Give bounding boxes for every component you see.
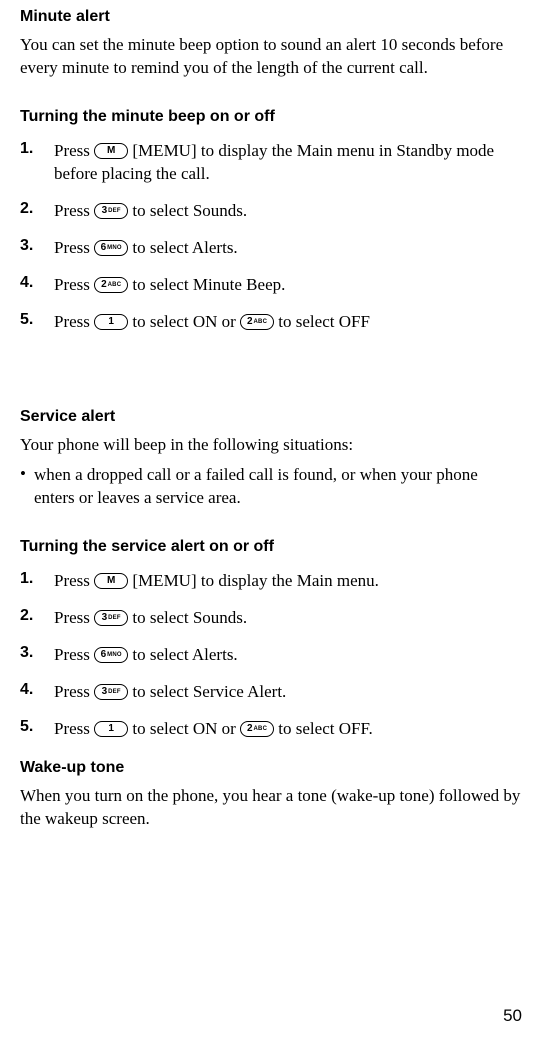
heading-service-alert-toggle: Turning the service alert on or off [20, 538, 522, 556]
step-text: to select ON or [132, 312, 240, 331]
key-main: 2 [247, 724, 253, 734]
step-item: 4. Press 3DEF to select Service Alert. [20, 681, 522, 704]
step-text: Press [54, 608, 94, 627]
step-text: Press [54, 238, 94, 257]
step-text: [MEMU] to display the Main menu. [132, 571, 378, 590]
step-number: 4. [20, 681, 54, 699]
step-item: 5. Press 1 to select ON or 2ABC to selec… [20, 718, 522, 741]
key-main: M [107, 576, 115, 586]
step-text: Press [54, 312, 94, 331]
step-body: Press 1 to select ON or 2ABC to select O… [54, 718, 522, 741]
step-number: 5. [20, 311, 54, 329]
key-sub: MNO [107, 652, 122, 658]
step-number: 5. [20, 718, 54, 736]
step-text: Press [54, 682, 94, 701]
key-sub: DEF [108, 615, 121, 621]
step-text: to select ON or [132, 719, 240, 738]
key-m-icon: M [94, 573, 128, 589]
service-alert-steps: 1. Press M [MEMU] to display the Main me… [20, 570, 522, 741]
key-sub: DEF [108, 208, 121, 214]
key-main: 6 [101, 650, 107, 660]
step-body: Press 1 to select ON or 2ABC to select O… [54, 311, 522, 334]
step-number: 3. [20, 237, 54, 255]
key-2-icon: 2ABC [240, 314, 274, 330]
minute-alert-description: You can set the minute beep option to so… [20, 34, 522, 80]
key-2-icon: 2ABC [240, 721, 274, 737]
key-sub: ABC [108, 282, 122, 288]
step-text: Press [54, 645, 94, 664]
step-item: 5. Press 1 to select ON or 2ABC to selec… [20, 311, 522, 334]
key-6-icon: 6MNO [94, 240, 128, 256]
step-body: Press M [MEMU] to display the Main menu. [54, 570, 522, 593]
step-text: to select OFF [278, 312, 370, 331]
key-3-icon: 3DEF [94, 610, 128, 626]
heading-minute-alert: Minute alert [20, 8, 522, 26]
key-sub: DEF [108, 689, 121, 695]
key-1-icon: 1 [94, 721, 128, 737]
key-6-icon: 6MNO [94, 647, 128, 663]
key-2-icon: 2ABC [94, 277, 128, 293]
service-alert-description: Your phone will beep in the following si… [20, 434, 522, 457]
page-number: 50 [503, 1006, 522, 1026]
bullet-dot-icon: • [20, 464, 34, 510]
key-sub: ABC [254, 726, 268, 732]
step-text: Press [54, 571, 94, 590]
bullet-item: • when a dropped call or a failed call i… [20, 464, 522, 510]
step-text: Press [54, 719, 94, 738]
step-number: 4. [20, 274, 54, 292]
step-item: 1. Press M [MEMU] to display the Main me… [20, 140, 522, 186]
minute-alert-steps: 1. Press M [MEMU] to display the Main me… [20, 140, 522, 334]
step-text: Press [54, 275, 94, 294]
key-sub: ABC [254, 319, 268, 325]
heading-minute-beep-toggle: Turning the minute beep on or off [20, 108, 522, 126]
step-number: 1. [20, 140, 54, 158]
step-item: 1. Press M [MEMU] to display the Main me… [20, 570, 522, 593]
step-text: Press [54, 141, 94, 160]
bullet-text: when a dropped call or a failed call is … [34, 464, 522, 510]
key-main: 3 [102, 687, 108, 697]
step-text: to select Minute Beep. [132, 275, 285, 294]
key-main: 3 [102, 206, 108, 216]
step-number: 1. [20, 570, 54, 588]
key-main: 2 [101, 280, 107, 290]
page: Minute alert You can set the minute beep… [0, 0, 542, 1038]
key-sub: MNO [107, 245, 122, 251]
step-item: 2. Press 3DEF to select Sounds. [20, 200, 522, 223]
step-body: Press 6MNO to select Alerts. [54, 644, 522, 667]
step-text: to select OFF. [278, 719, 373, 738]
step-body: Press 6MNO to select Alerts. [54, 237, 522, 260]
step-item: 2. Press 3DEF to select Sounds. [20, 607, 522, 630]
step-body: Press 2ABC to select Minute Beep. [54, 274, 522, 297]
step-number: 2. [20, 200, 54, 218]
step-text: to select Alerts. [132, 238, 237, 257]
key-main: 6 [101, 243, 107, 253]
wake-up-description: When you turn on the phone, you hear a t… [20, 785, 522, 831]
step-number: 2. [20, 607, 54, 625]
spacer [20, 348, 522, 408]
step-text: Press [54, 201, 94, 220]
step-body: Press 3DEF to select Sounds. [54, 200, 522, 223]
step-body: Press 3DEF to select Sounds. [54, 607, 522, 630]
step-text: to select Sounds. [132, 201, 247, 220]
heading-service-alert: Service alert [20, 408, 522, 426]
key-3-icon: 3DEF [94, 203, 128, 219]
key-main: 1 [108, 317, 114, 327]
step-body: Press 3DEF to select Service Alert. [54, 681, 522, 704]
key-main: 3 [102, 613, 108, 623]
step-item: 4. Press 2ABC to select Minute Beep. [20, 274, 522, 297]
step-text: to select Service Alert. [132, 682, 286, 701]
key-main: 2 [247, 317, 253, 327]
heading-wake-up-tone: Wake-up tone [20, 759, 522, 777]
step-item: 3. Press 6MNO to select Alerts. [20, 237, 522, 260]
key-m-icon: M [94, 143, 128, 159]
key-1-icon: 1 [94, 314, 128, 330]
step-text: to select Sounds. [132, 608, 247, 627]
key-3-icon: 3DEF [94, 684, 128, 700]
step-item: 3. Press 6MNO to select Alerts. [20, 644, 522, 667]
step-body: Press M [MEMU] to display the Main menu … [54, 140, 522, 186]
key-main: 1 [108, 724, 114, 734]
step-number: 3. [20, 644, 54, 662]
step-text: to select Alerts. [132, 645, 237, 664]
key-main: M [107, 146, 115, 156]
